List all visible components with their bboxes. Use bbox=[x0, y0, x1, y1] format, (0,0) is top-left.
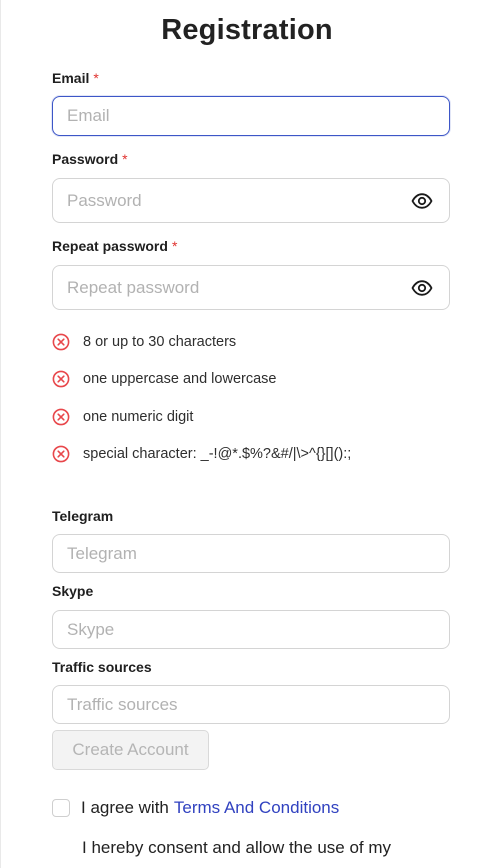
traffic-sources-label: Traffic sources bbox=[52, 659, 152, 675]
password-input[interactable] bbox=[53, 179, 449, 222]
repeat-password-label: Repeat password * bbox=[52, 238, 177, 254]
email-field[interactable] bbox=[52, 96, 450, 136]
required-marker: * bbox=[122, 151, 128, 167]
password-label: Password * bbox=[52, 151, 128, 167]
email-label: Email * bbox=[52, 70, 99, 86]
create-account-button[interactable]: Create Account bbox=[52, 730, 209, 770]
eye-icon[interactable] bbox=[411, 279, 433, 296]
requirement-text: one numeric digit bbox=[83, 409, 194, 425]
required-marker: * bbox=[93, 70, 99, 86]
email-label-text: Email bbox=[52, 70, 90, 86]
requirement-item: one uppercase and lowercase bbox=[52, 369, 276, 389]
requirement-item: special character: _-!@*.$%?&#/|\>^{}[](… bbox=[52, 444, 351, 464]
circle-x-icon bbox=[52, 408, 70, 426]
repeat-password-field[interactable] bbox=[52, 265, 450, 310]
requirement-item: one numeric digit bbox=[52, 407, 193, 427]
password-field[interactable] bbox=[52, 178, 450, 223]
email-input[interactable] bbox=[53, 97, 449, 135]
skype-label: Skype bbox=[52, 583, 94, 599]
circle-x-icon bbox=[52, 370, 70, 388]
repeat-password-label-text: Repeat password bbox=[52, 238, 168, 254]
skype-input[interactable] bbox=[53, 611, 449, 648]
required-marker: * bbox=[171, 238, 178, 254]
circle-x-icon bbox=[52, 333, 70, 351]
telegram-input[interactable] bbox=[53, 535, 449, 572]
requirement-text: special character: _-!@*.$%?&#/|\>^{}[](… bbox=[83, 446, 352, 462]
eye-icon[interactable] bbox=[411, 192, 433, 209]
traffic-sources-input[interactable] bbox=[53, 686, 449, 723]
terms-checkbox[interactable] bbox=[52, 799, 70, 817]
consent-text: I hereby consent and allow the use of my bbox=[82, 838, 392, 857]
repeat-password-input[interactable] bbox=[53, 266, 449, 309]
registration-page: Registration Email* Password* Repeat pas… bbox=[0, 0, 493, 868]
agree-text: I agree with bbox=[81, 798, 169, 817]
telegram-field[interactable] bbox=[52, 534, 450, 573]
requirement-item: 8 or up to 30 characters bbox=[52, 332, 236, 352]
requirement-text: 8 or up to 30 characters bbox=[83, 334, 237, 350]
traffic-sources-field[interactable] bbox=[52, 685, 450, 724]
circle-x-icon bbox=[52, 445, 70, 463]
telegram-label: Telegram bbox=[52, 508, 114, 524]
terms-agreement: I agree with Terms And Conditions bbox=[52, 798, 339, 818]
password-label-text: Password bbox=[52, 151, 119, 167]
terms-link[interactable]: Terms And Conditions bbox=[174, 798, 339, 818]
skype-field[interactable] bbox=[52, 610, 450, 649]
page-title: Registration bbox=[161, 14, 333, 46]
requirement-text: one uppercase and lowercase bbox=[83, 371, 277, 387]
